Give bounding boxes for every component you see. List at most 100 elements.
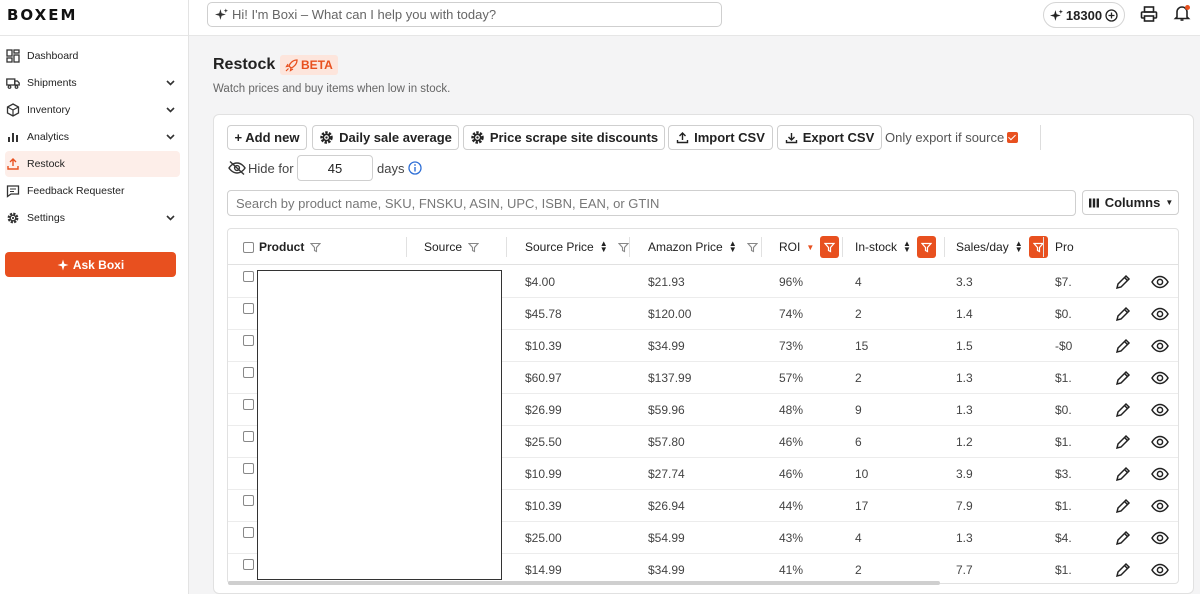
sidebar-item-shipments[interactable]: Shipments <box>5 70 180 96</box>
info-icon[interactable] <box>408 161 422 175</box>
header-in-stock[interactable]: In-stock ▲ ▼ <box>855 229 936 265</box>
filter-icon[interactable] <box>310 242 322 253</box>
row-checkbox[interactable] <box>243 463 254 474</box>
edit-icon[interactable] <box>1115 434 1131 450</box>
sidebar-item-feedback-requester[interactable]: Feedback Requester <box>5 178 180 204</box>
import-csv-button[interactable]: Import CSV <box>668 125 773 150</box>
eye-icon[interactable] <box>1151 403 1169 417</box>
chevron-down-icon[interactable] <box>165 212 176 223</box>
header-amazon-price[interactable]: Amazon Price ▲ ▼ <box>648 229 758 265</box>
cell-in-stock: 10 <box>855 467 869 481</box>
sort-icon[interactable]: ▲ ▼ <box>600 240 608 254</box>
ask-boxi-button[interactable]: Ask Boxi <box>5 252 176 277</box>
edit-icon[interactable] <box>1115 370 1131 386</box>
header-product-label: Product <box>259 240 305 254</box>
header-profit[interactable]: Pro <box>1055 229 1074 265</box>
sort-icon[interactable]: ▲ ▼ <box>1015 240 1023 254</box>
eye-icon[interactable] <box>1151 531 1169 545</box>
filter-icon[interactable] <box>617 242 629 253</box>
filter-icon[interactable] <box>468 242 480 253</box>
daily-sale-average-button[interactable]: Daily sale average <box>312 125 459 150</box>
cell-sales-day: 1.3 <box>956 371 973 385</box>
sidebar-item-restock[interactable]: Restock <box>5 151 180 177</box>
sort-desc-icon[interactable]: ▼ <box>806 243 814 252</box>
product-search-input[interactable] <box>227 190 1076 216</box>
export-csv-button[interactable]: Export CSV <box>777 125 882 150</box>
eye-icon[interactable] <box>1151 467 1169 481</box>
row-checkbox[interactable] <box>243 335 254 346</box>
header-source-price[interactable]: Source Price ▲ ▼ <box>525 229 629 265</box>
edit-icon[interactable] <box>1115 306 1131 322</box>
truck-icon <box>6 78 20 89</box>
credits-badge[interactable]: 18300 <box>1043 2 1125 28</box>
header-roi[interactable]: ROI ▼ <box>779 229 840 265</box>
header-divider <box>629 237 630 257</box>
eye-icon[interactable] <box>1151 307 1169 321</box>
boxi-chat-input[interactable]: Hi! I'm Boxi – What can I help you with … <box>207 2 722 27</box>
add-credits-icon[interactable] <box>1105 8 1118 22</box>
edit-icon[interactable] <box>1115 498 1131 514</box>
header-divider <box>761 237 762 257</box>
cell-sales-day: 1.3 <box>956 531 973 545</box>
sidebar-item-settings[interactable]: Settings <box>5 205 180 231</box>
filter-active-icon[interactable] <box>916 236 936 258</box>
sort-icon[interactable]: ▲ ▼ <box>903 240 911 254</box>
eye-icon[interactable] <box>1151 435 1169 449</box>
edit-icon[interactable] <box>1115 466 1131 482</box>
sidebar-item-inventory[interactable]: Inventory <box>5 97 180 123</box>
select-all-checkbox[interactable] <box>243 241 254 253</box>
horizontal-scrollbar[interactable] <box>228 581 940 585</box>
row-checkbox[interactable] <box>243 431 254 442</box>
sidebar-item-analytics[interactable]: Analytics <box>5 124 180 150</box>
row-checkbox[interactable] <box>243 271 254 282</box>
eye-icon[interactable] <box>1151 339 1169 353</box>
row-checkbox[interactable] <box>243 303 254 314</box>
header-source-price-label: Source Price <box>525 240 594 254</box>
row-checkbox[interactable] <box>243 399 254 410</box>
cell-sales-day: 7.7 <box>956 563 973 577</box>
printer-icon[interactable] <box>1140 5 1158 23</box>
only-export-if-source-option[interactable]: Only export if source <box>885 130 1019 145</box>
filter-active-icon[interactable] <box>1028 236 1048 258</box>
filter-icon[interactable] <box>746 242 758 253</box>
edit-icon[interactable] <box>1115 562 1131 578</box>
header-source[interactable]: Source <box>424 229 480 265</box>
hide-days-input[interactable] <box>297 155 373 181</box>
eye-icon[interactable] <box>1151 371 1169 385</box>
cell-source-price: $10.39 <box>525 339 562 353</box>
add-new-button[interactable]: + Add new <box>227 125 307 150</box>
logo: BOXEM <box>0 0 188 36</box>
sort-icon[interactable]: ▲ ▼ <box>729 240 737 254</box>
edit-icon[interactable] <box>1115 274 1131 290</box>
eye-icon[interactable] <box>1151 563 1169 577</box>
eye-icon[interactable] <box>1151 499 1169 513</box>
header-source-label: Source <box>424 240 463 254</box>
chevron-down-icon[interactable] <box>165 77 176 88</box>
edit-icon[interactable] <box>1115 402 1131 418</box>
days-label: days <box>377 161 405 176</box>
cell-sales-day: 1.3 <box>956 403 973 417</box>
eye-off-icon <box>228 160 246 176</box>
columns-button[interactable]: Columns ▼ <box>1082 190 1179 215</box>
cell-in-stock: 2 <box>855 371 862 385</box>
row-checkbox[interactable] <box>243 559 254 570</box>
row-checkbox[interactable] <box>243 495 254 506</box>
chevron-down-icon[interactable] <box>165 131 176 142</box>
import-csv-label: Import CSV <box>694 130 765 145</box>
only-export-checkbox[interactable] <box>1007 132 1019 143</box>
filter-active-icon[interactable] <box>820 236 840 258</box>
edit-icon[interactable] <box>1115 338 1131 354</box>
gear-icon <box>320 131 333 144</box>
edit-icon[interactable] <box>1115 530 1131 546</box>
sidebar-item-dashboard[interactable]: Dashboard <box>5 43 180 69</box>
eye-icon[interactable] <box>1151 275 1169 289</box>
price-scrape-discounts-button[interactable]: Price scrape site discounts <box>463 125 665 150</box>
cell-profit: $0. <box>1055 307 1072 321</box>
header-sales-day[interactable]: Sales/day ▲ ▼ <box>956 229 1048 265</box>
row-checkbox[interactable] <box>243 367 254 378</box>
chevron-down-icon[interactable] <box>165 104 176 115</box>
bell-icon[interactable] <box>1173 4 1191 22</box>
cell-source-price: $45.78 <box>525 307 562 321</box>
row-checkbox[interactable] <box>243 527 254 538</box>
header-product[interactable]: Product <box>243 229 322 265</box>
